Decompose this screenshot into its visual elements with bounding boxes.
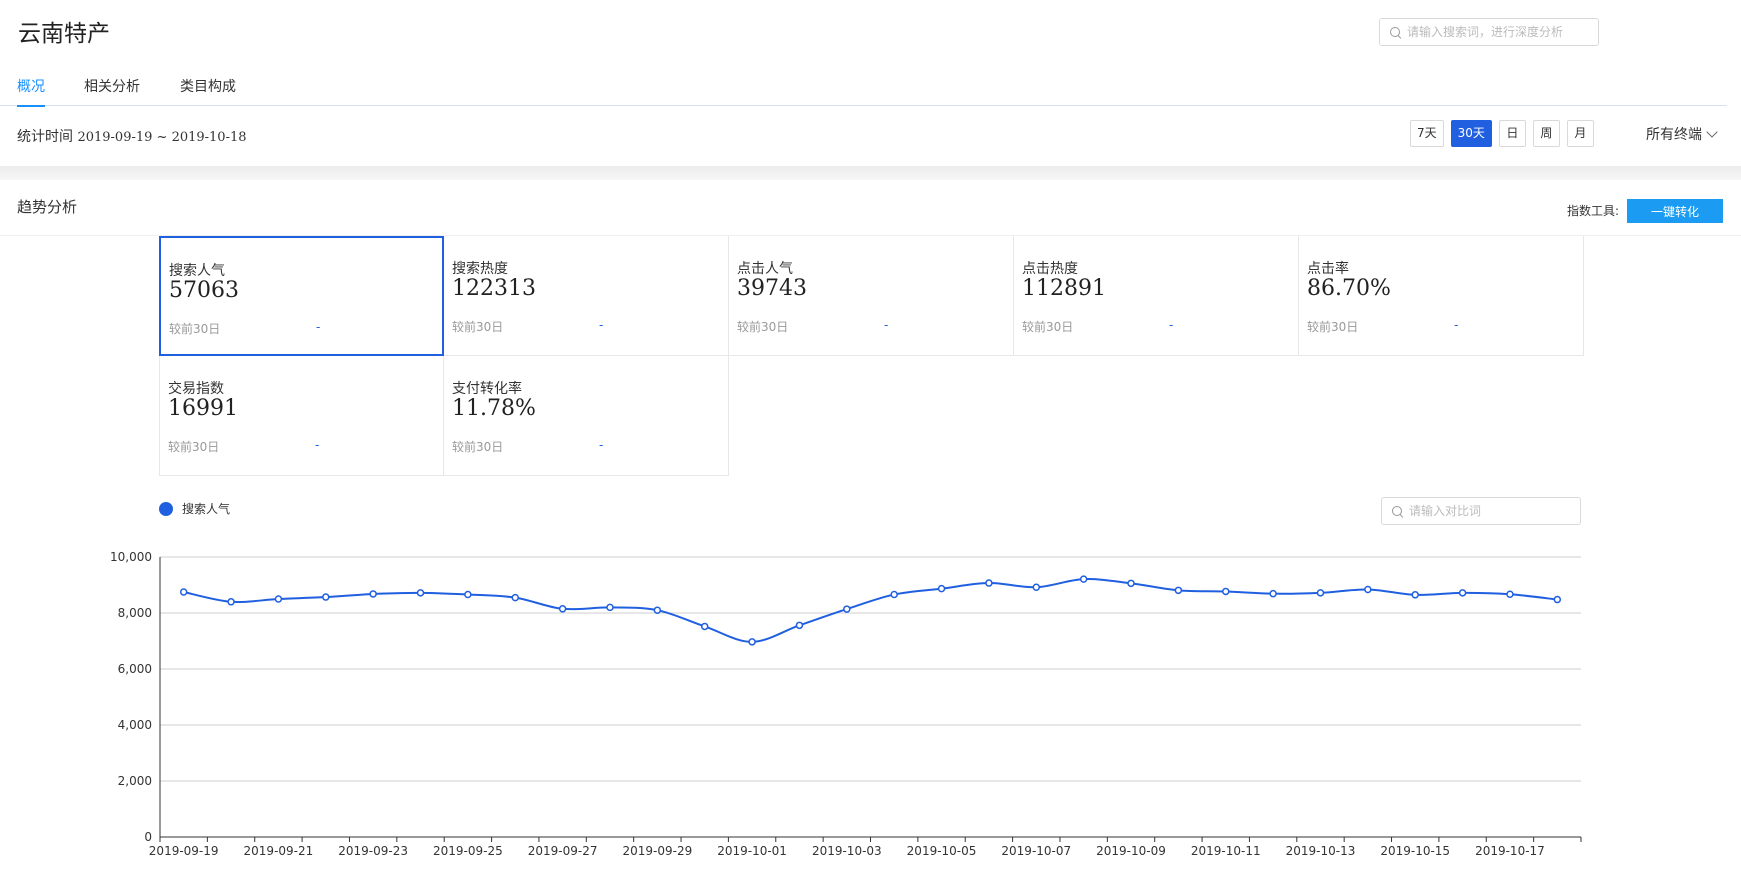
data-point xyxy=(890,590,898,599)
data-point xyxy=(1458,589,1467,597)
data-point xyxy=(1553,595,1562,604)
data-point xyxy=(937,584,946,593)
data-point xyxy=(1079,575,1088,583)
data-point xyxy=(985,579,993,587)
x-tick-label: 2019-10-13 xyxy=(1286,844,1356,858)
x-tick-label: 2019-10-17 xyxy=(1475,844,1545,858)
data-point xyxy=(843,605,851,613)
data-point xyxy=(1316,589,1325,597)
data-point xyxy=(748,638,756,646)
x-tick-label: 2019-09-23 xyxy=(338,844,408,858)
data-point xyxy=(416,589,425,597)
data-point xyxy=(558,605,567,613)
data-point xyxy=(464,590,472,599)
data-point xyxy=(511,593,519,602)
data-point xyxy=(606,603,614,612)
data-point xyxy=(227,598,235,606)
series-line xyxy=(183,578,1558,643)
y-tick-label: 8,000 xyxy=(118,606,152,620)
y-tick-label: 10,000 xyxy=(110,550,152,564)
x-tick-label: 2019-10-09 xyxy=(1096,844,1166,858)
trend-line-chart: 0 2,000 4,000 6,000 8,000 10,000 2019-09-19 201… xyxy=(110,550,1582,858)
x-tick-label: 2019-10-11 xyxy=(1191,844,1261,858)
data-point xyxy=(1411,591,1419,599)
x-tick-label: 2019-10-15 xyxy=(1380,844,1450,858)
y-tick-label: 4,000 xyxy=(118,718,152,732)
x-tick-label: 2019-09-25 xyxy=(433,844,503,858)
data-point xyxy=(369,590,377,598)
data-point xyxy=(653,606,662,614)
data-point xyxy=(1364,585,1372,594)
data-point xyxy=(179,588,188,596)
data-point xyxy=(274,595,283,603)
x-tick-label: 2019-09-21 xyxy=(244,844,314,858)
x-tick-label: 2019-10-01 xyxy=(717,844,787,858)
data-point xyxy=(1269,589,1277,598)
page: 云南特产 概况 相关分析 类目构成 统计时间 2019-09-19 ~ 2019… xyxy=(0,0,1741,886)
x-tick-label: 2019-10-03 xyxy=(812,844,882,858)
y-tick-label: 2,000 xyxy=(118,774,152,788)
x-tick-label: 2019-09-27 xyxy=(528,844,598,858)
x-tick-label: 2019-09-29 xyxy=(622,844,692,858)
data-point xyxy=(700,622,709,631)
y-tick-label: 0 xyxy=(144,830,152,844)
data-point xyxy=(1127,579,1135,588)
y-tick-label: 6,000 xyxy=(118,662,152,676)
data-point xyxy=(1174,586,1183,595)
data-point xyxy=(795,621,804,630)
x-tick-label: 2019-09-19 xyxy=(149,844,219,858)
x-tick-label: 2019-10-07 xyxy=(1001,844,1071,858)
data-point xyxy=(322,593,330,601)
data-point xyxy=(1222,587,1230,596)
data-point xyxy=(1506,590,1514,598)
x-tick-label: 2019-10-05 xyxy=(907,844,977,858)
data-point xyxy=(1032,583,1041,591)
